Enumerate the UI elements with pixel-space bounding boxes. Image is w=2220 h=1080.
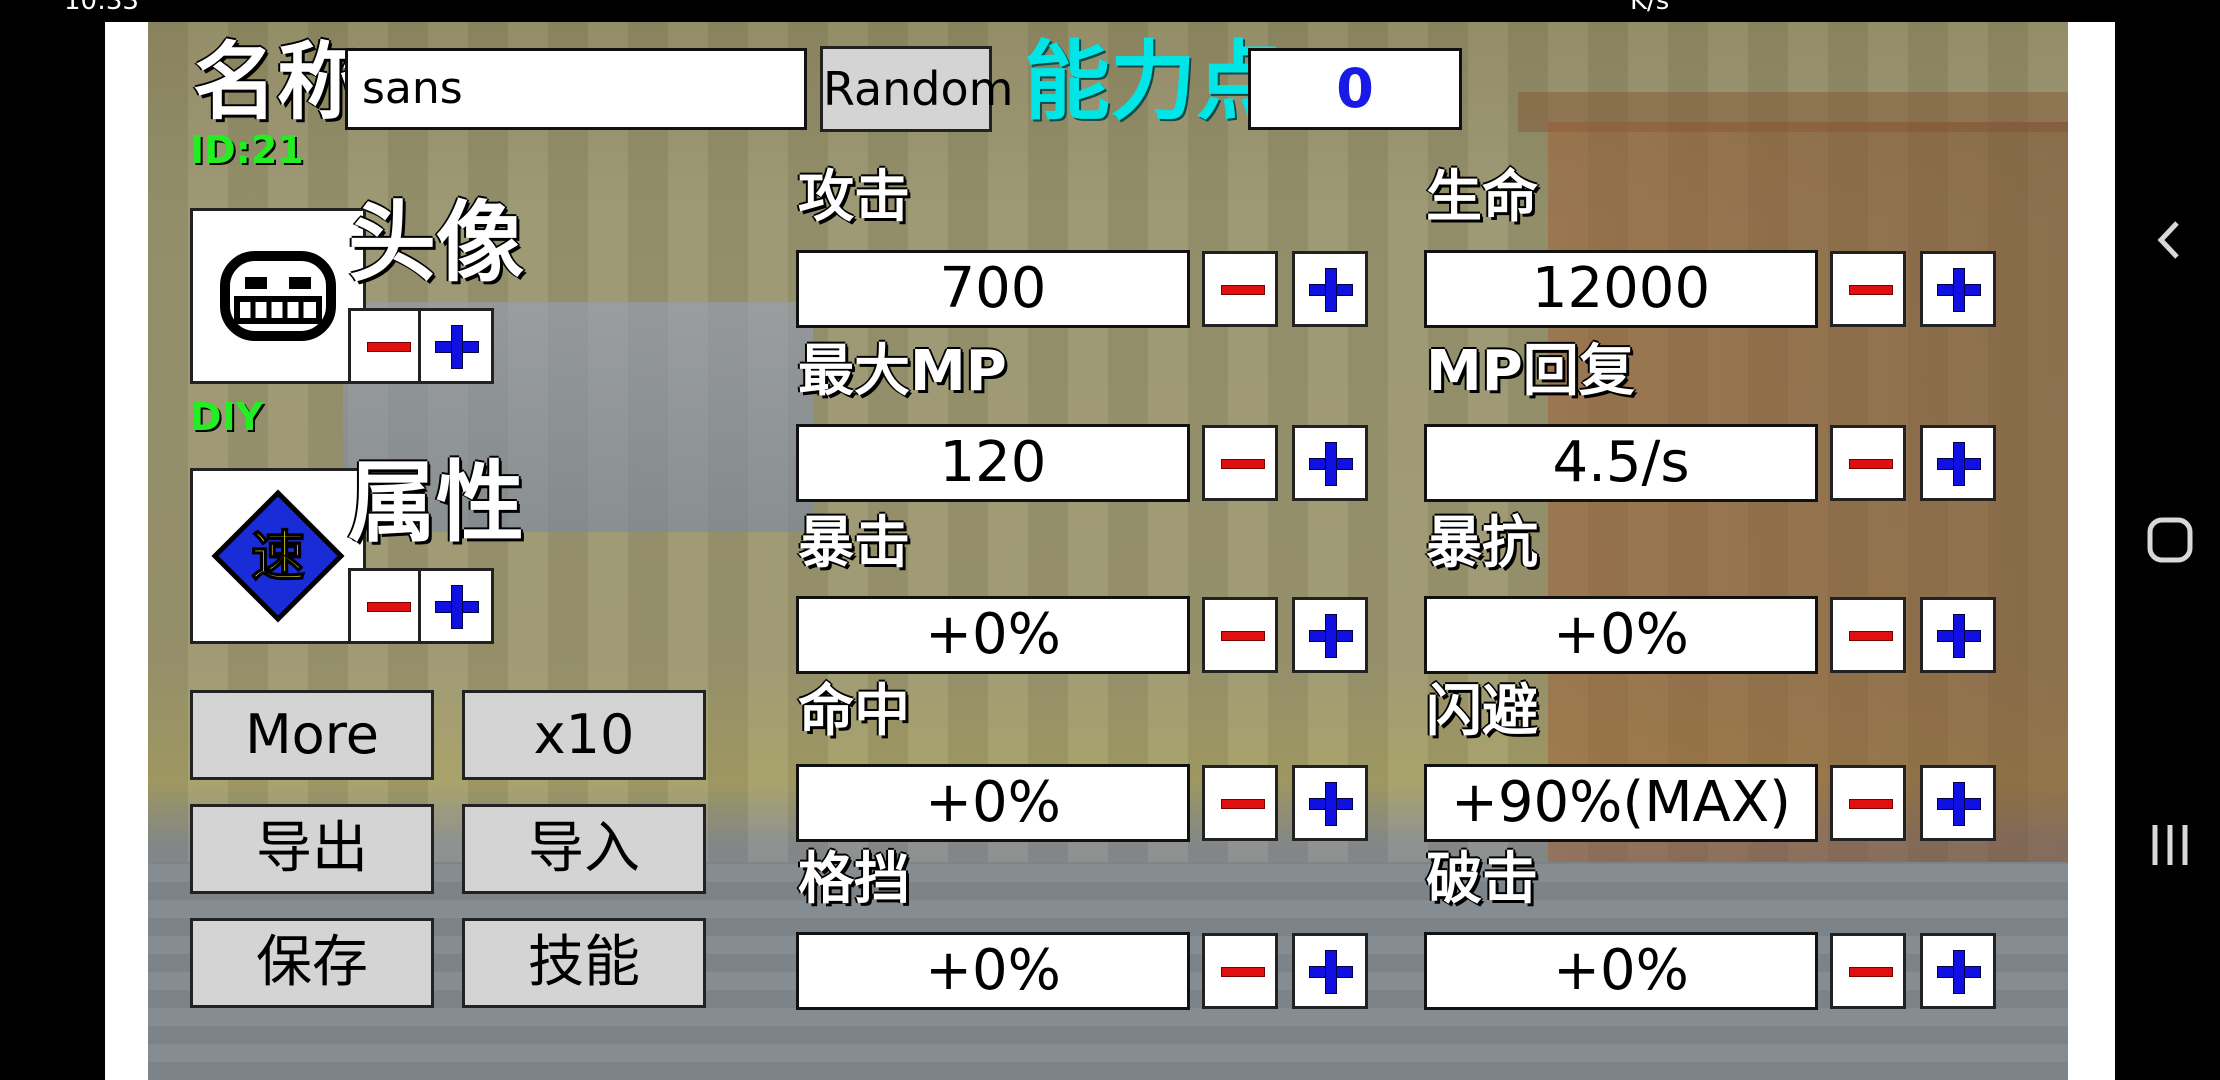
- stat-break-value: +0%: [1424, 932, 1818, 1010]
- stat-max-mp-decrease-button[interactable]: [1202, 425, 1278, 501]
- stat-break-decrease-button[interactable]: [1830, 933, 1906, 1009]
- stat-crit-res-increase-button[interactable]: [1920, 597, 1996, 673]
- stat-crit-decrease-button[interactable]: [1202, 597, 1278, 673]
- stat-attack-decrease-button[interactable]: [1202, 251, 1278, 327]
- minus-icon: [367, 342, 411, 352]
- stat-mp-regen-value: 4.5/s: [1424, 424, 1818, 502]
- stat-hit-value: +0%: [796, 764, 1190, 842]
- stat-attack-value: 700: [796, 250, 1190, 328]
- plus-icon-vertical: [1953, 442, 1965, 486]
- stat-max-mp-label: 最大MP: [798, 339, 1007, 404]
- stat-max-mp-increase-button[interactable]: [1292, 425, 1368, 501]
- skills-button[interactable]: 技能: [462, 918, 706, 1008]
- stat-hit-decrease-button[interactable]: [1202, 765, 1278, 841]
- stat-dodge-label: 闪避: [1426, 679, 1538, 744]
- minus-icon: [1221, 285, 1265, 295]
- minus-icon: [1849, 967, 1893, 977]
- stat-hit-label: 命中: [798, 679, 910, 744]
- character-id: ID:21: [190, 128, 304, 172]
- plus-icon-vertical: [451, 585, 463, 629]
- avatar-label: 头像: [348, 190, 525, 294]
- stat-attack-label: 攻击: [798, 165, 910, 230]
- plus-icon-vertical: [451, 325, 463, 369]
- stat-crit-value: +0%: [796, 596, 1190, 674]
- stat-hp-label: 生命: [1426, 165, 1538, 230]
- stat-hp-decrease-button[interactable]: [1830, 251, 1906, 327]
- stat-crit-increase-button[interactable]: [1292, 597, 1368, 673]
- plus-icon-vertical: [1953, 268, 1965, 312]
- plus-icon-vertical: [1953, 950, 1965, 994]
- stat-crit-res-value: +0%: [1424, 596, 1818, 674]
- stat-max-mp-value: 120: [796, 424, 1190, 502]
- attribute-prev-button[interactable]: [348, 568, 424, 644]
- random-name-button[interactable]: Random: [820, 46, 1013, 132]
- stat-dodge-increase-button[interactable]: [1920, 765, 1996, 841]
- status-network-speed: K/s: [1630, 0, 1670, 16]
- plus-icon-vertical: [1325, 950, 1337, 994]
- background-scene: 名称 sans Random 能力点 0 ID:21 头像 DIY 速 属性 M…: [148, 22, 2068, 1080]
- stat-crit-label: 暴击: [798, 511, 910, 576]
- status-bar: 10:33 K/s: [0, 0, 2220, 22]
- stat-mp-regen-increase-button[interactable]: [1920, 425, 1996, 501]
- status-time: 10:33: [64, 0, 139, 16]
- avatar-next-button[interactable]: [418, 308, 494, 384]
- avatar-tag: DIY: [190, 395, 264, 439]
- save-button[interactable]: 保存: [190, 918, 434, 1008]
- plus-icon-vertical: [1325, 614, 1337, 658]
- minus-icon: [1221, 799, 1265, 809]
- game-screen: 名称 sans Random 能力点 0 ID:21 头像 DIY 速 属性 M…: [105, 22, 2115, 1080]
- back-chevron-icon[interactable]: [2145, 215, 2195, 265]
- stat-hp-value: 12000: [1424, 250, 1818, 328]
- plus-icon-vertical: [1325, 268, 1337, 312]
- stat-dodge-decrease-button[interactable]: [1830, 765, 1906, 841]
- plus-icon-vertical: [1325, 442, 1337, 486]
- stat-hit-increase-button[interactable]: [1292, 765, 1368, 841]
- x10-button[interactable]: x10: [462, 690, 706, 780]
- stat-block-increase-button[interactable]: [1292, 933, 1368, 1009]
- stat-break-increase-button[interactable]: [1920, 933, 1996, 1009]
- stat-block-value: +0%: [796, 932, 1190, 1010]
- home-icon[interactable]: [2145, 515, 2195, 565]
- minus-icon: [1849, 631, 1893, 641]
- stat-block-decrease-button[interactable]: [1202, 933, 1278, 1009]
- minus-icon: [1221, 967, 1265, 977]
- android-navigation-bar: [2115, 0, 2220, 1080]
- minus-icon: [1849, 285, 1893, 295]
- stat-break-label: 破击: [1426, 847, 1538, 912]
- avatar-prev-button[interactable]: [348, 308, 424, 384]
- minus-icon: [1221, 631, 1265, 641]
- stat-attack-increase-button[interactable]: [1292, 251, 1368, 327]
- export-button[interactable]: 导出: [190, 804, 434, 894]
- speed-diamond-icon: 速: [211, 489, 345, 623]
- ability-points-display: 0: [1248, 48, 1462, 130]
- plus-icon-vertical: [1953, 614, 1965, 658]
- plus-icon-vertical: [1325, 782, 1337, 826]
- stat-hp-increase-button[interactable]: [1920, 251, 1996, 327]
- minus-icon: [1849, 799, 1893, 809]
- minus-icon: [1849, 459, 1893, 469]
- name-input[interactable]: sans: [345, 48, 807, 130]
- import-button[interactable]: 导入: [462, 804, 706, 894]
- avatar-preview: [190, 208, 366, 384]
- ability-points-value: 0: [1336, 57, 1374, 120]
- skull-grin-icon: [220, 251, 336, 341]
- stat-dodge-value: +90%(MAX): [1424, 764, 1818, 842]
- ability-points-label: 能力点: [1024, 31, 1282, 132]
- stat-block-label: 格挡: [798, 847, 910, 912]
- stat-crit-res-decrease-button[interactable]: [1830, 597, 1906, 673]
- attribute-glyph: 速: [251, 525, 305, 588]
- name-input-value: sans: [362, 63, 463, 114]
- attribute-preview: 速: [190, 468, 366, 644]
- name-label: 名称: [193, 32, 362, 131]
- attribute-label: 属性: [348, 450, 525, 554]
- attribute-next-button[interactable]: [418, 568, 494, 644]
- minus-icon: [1221, 459, 1265, 469]
- minus-icon: [367, 602, 411, 612]
- stat-mp-regen-label: MP回复: [1426, 339, 1635, 404]
- recents-icon[interactable]: [2145, 820, 2195, 870]
- more-button[interactable]: More: [190, 690, 434, 780]
- stat-mp-regen-decrease-button[interactable]: [1830, 425, 1906, 501]
- stat-crit-res-label: 暴抗: [1426, 511, 1538, 576]
- plus-icon-vertical: [1953, 782, 1965, 826]
